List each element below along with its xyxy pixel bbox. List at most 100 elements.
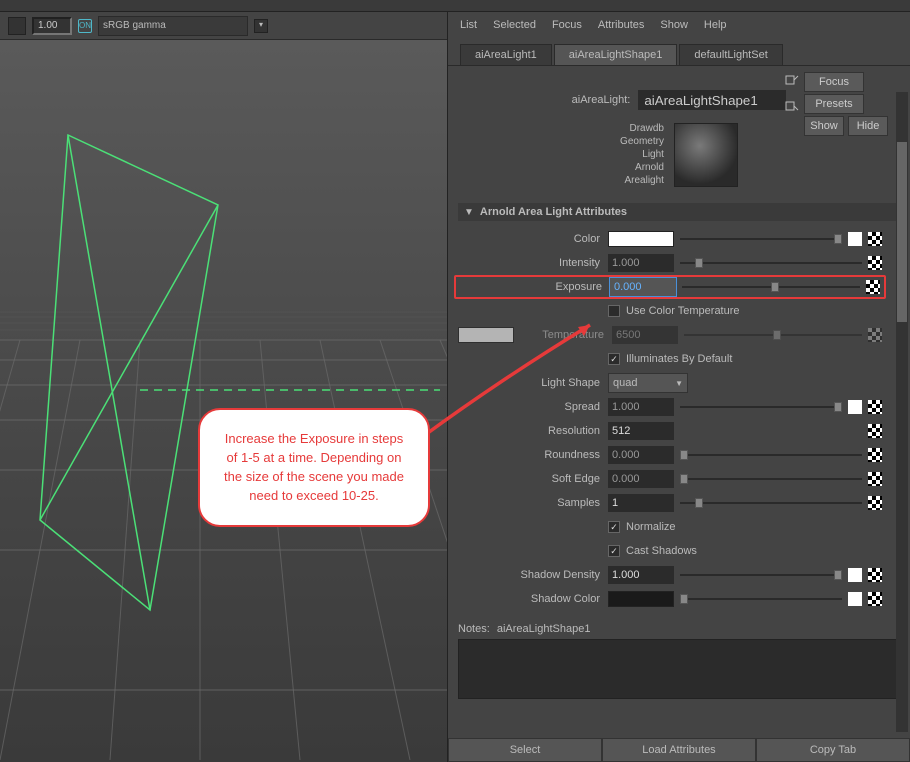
preview-label: Arnold bbox=[620, 161, 664, 174]
shadow-color-swatch[interactable] bbox=[608, 591, 674, 607]
label-samples: Samples bbox=[458, 497, 602, 509]
slider-shadow-density[interactable] bbox=[680, 568, 842, 582]
map-icon[interactable] bbox=[868, 424, 882, 438]
tab-defaultlightset[interactable]: defaultLightSet bbox=[679, 44, 782, 65]
map-icon[interactable] bbox=[868, 496, 882, 510]
colorspace-label: sRGB gamma bbox=[103, 20, 166, 31]
preview-label: Drawdb bbox=[620, 122, 664, 135]
checkbox-cast-shadows[interactable] bbox=[608, 545, 620, 557]
node-type-label: aiAreaLight: bbox=[572, 94, 631, 106]
attr-menu-bar: List Selected Focus Attributes Show Help bbox=[448, 12, 910, 38]
checkbox-use-color-temp[interactable] bbox=[608, 305, 620, 317]
dropdown-light-shape[interactable]: quad▼ bbox=[608, 373, 688, 393]
callout-note: Increase the Exposure in steps of 1-5 at… bbox=[198, 408, 430, 527]
slider-color[interactable] bbox=[680, 232, 842, 246]
slider-temperature bbox=[684, 328, 862, 342]
connect-icon[interactable] bbox=[848, 400, 862, 414]
connect-icon[interactable] bbox=[848, 568, 862, 582]
slider-soft-edge[interactable] bbox=[680, 472, 862, 486]
slider-shadow-color[interactable] bbox=[680, 592, 842, 606]
hide-button[interactable]: Hide bbox=[848, 116, 888, 136]
menu-help[interactable]: Help bbox=[704, 19, 727, 31]
label-shadow-color: Shadow Color bbox=[458, 593, 602, 605]
map-icon bbox=[868, 328, 882, 342]
map-icon[interactable] bbox=[868, 448, 882, 462]
label-exposure: Exposure bbox=[460, 281, 604, 293]
input-shadow-density[interactable] bbox=[608, 566, 674, 584]
menu-focus[interactable]: Focus bbox=[552, 19, 582, 31]
checkbox-normalize[interactable] bbox=[608, 521, 620, 533]
viewport-panel: ON sRGB gamma ▾ bbox=[0, 12, 448, 762]
exposure-icon[interactable] bbox=[8, 17, 26, 35]
section-header-arnold-light[interactable]: ▼ Arnold Area Light Attributes bbox=[458, 203, 900, 221]
label-shadow-density: Shadow Density bbox=[458, 569, 602, 581]
label-normalize: Normalize bbox=[626, 521, 676, 533]
scrollbar[interactable] bbox=[896, 92, 908, 732]
input-intensity[interactable] bbox=[608, 254, 674, 272]
slider-exposure[interactable] bbox=[682, 280, 860, 294]
preview-label: Geometry bbox=[620, 135, 664, 148]
dropdown-arrow-icon[interactable]: ▾ bbox=[254, 19, 268, 33]
preview-swatch[interactable] bbox=[674, 123, 738, 187]
map-icon[interactable] bbox=[868, 400, 882, 414]
focus-link-icon[interactable] bbox=[784, 74, 800, 90]
connect-icon[interactable] bbox=[848, 232, 862, 246]
node-name-field[interactable] bbox=[638, 90, 786, 110]
presets-button[interactable]: Presets bbox=[804, 94, 864, 114]
label-soft-edge: Soft Edge bbox=[458, 473, 602, 485]
input-exposure[interactable] bbox=[610, 278, 676, 296]
preview-label: Arealight bbox=[620, 174, 664, 187]
menu-attributes[interactable]: Attributes bbox=[598, 19, 644, 31]
map-icon[interactable] bbox=[868, 256, 882, 270]
label-illuminates: Illuminates By Default bbox=[626, 353, 732, 365]
slider-intensity[interactable] bbox=[680, 256, 862, 270]
top-toolbar bbox=[0, 0, 910, 12]
input-spread[interactable] bbox=[608, 398, 674, 416]
presets-link-icon[interactable] bbox=[784, 96, 800, 112]
exposure-value-field[interactable] bbox=[32, 17, 72, 35]
load-attributes-button[interactable]: Load Attributes bbox=[602, 738, 756, 762]
input-roundness[interactable] bbox=[608, 446, 674, 464]
map-icon[interactable] bbox=[866, 280, 880, 294]
color-swatch[interactable] bbox=[608, 231, 674, 247]
preview-label: Light bbox=[620, 148, 664, 161]
menu-list[interactable]: List bbox=[460, 19, 477, 31]
map-icon[interactable] bbox=[868, 472, 882, 486]
notes-label: Notes: bbox=[458, 623, 490, 635]
slider-roundness[interactable] bbox=[680, 448, 862, 462]
colorspace-dropdown[interactable]: sRGB gamma bbox=[98, 16, 248, 36]
copy-tab-button[interactable]: Copy Tab bbox=[756, 738, 910, 762]
input-samples[interactable] bbox=[608, 494, 674, 512]
notes-section: Notes: aiAreaLightShape1 bbox=[458, 623, 900, 699]
colorspace-icon[interactable]: ON bbox=[78, 19, 92, 33]
checkbox-illuminates[interactable] bbox=[608, 353, 620, 365]
attr-bottom-buttons: Select Load Attributes Copy Tab bbox=[448, 738, 910, 762]
label-intensity: Intensity bbox=[458, 257, 602, 269]
tab-aiarealight1[interactable]: aiAreaLight1 bbox=[460, 44, 552, 65]
slider-samples[interactable] bbox=[680, 496, 862, 510]
section-title: Arnold Area Light Attributes bbox=[480, 206, 627, 218]
select-button[interactable]: Select bbox=[448, 738, 602, 762]
tab-aiarealightshape1[interactable]: aiAreaLightShape1 bbox=[554, 44, 678, 65]
callout-text: Increase the Exposure in steps of 1-5 at… bbox=[224, 431, 404, 503]
callout-arrow bbox=[420, 320, 600, 440]
slider-spread[interactable] bbox=[680, 400, 842, 414]
map-icon[interactable] bbox=[868, 232, 882, 246]
menu-show[interactable]: Show bbox=[660, 19, 688, 31]
input-soft-edge[interactable] bbox=[608, 470, 674, 488]
collapse-icon: ▼ bbox=[464, 207, 474, 218]
viewport-3d[interactable] bbox=[0, 40, 447, 762]
map-icon[interactable] bbox=[868, 568, 882, 582]
show-button[interactable]: Show bbox=[804, 116, 844, 136]
viewport-toolbar: ON sRGB gamma ▾ bbox=[0, 12, 447, 40]
notes-nodename: aiAreaLightShape1 bbox=[497, 623, 591, 635]
menu-selected[interactable]: Selected bbox=[493, 19, 536, 31]
attr-right-buttons: Focus Presets Show Hide bbox=[784, 72, 888, 136]
map-icon[interactable] bbox=[868, 592, 882, 606]
viewport-wireframe bbox=[0, 40, 447, 760]
input-resolution[interactable] bbox=[608, 422, 674, 440]
attr-tabs: aiAreaLight1 aiAreaLightShape1 defaultLi… bbox=[448, 44, 910, 65]
notes-textarea[interactable] bbox=[458, 639, 900, 699]
connect-icon[interactable] bbox=[848, 592, 862, 606]
focus-button[interactable]: Focus bbox=[804, 72, 864, 92]
